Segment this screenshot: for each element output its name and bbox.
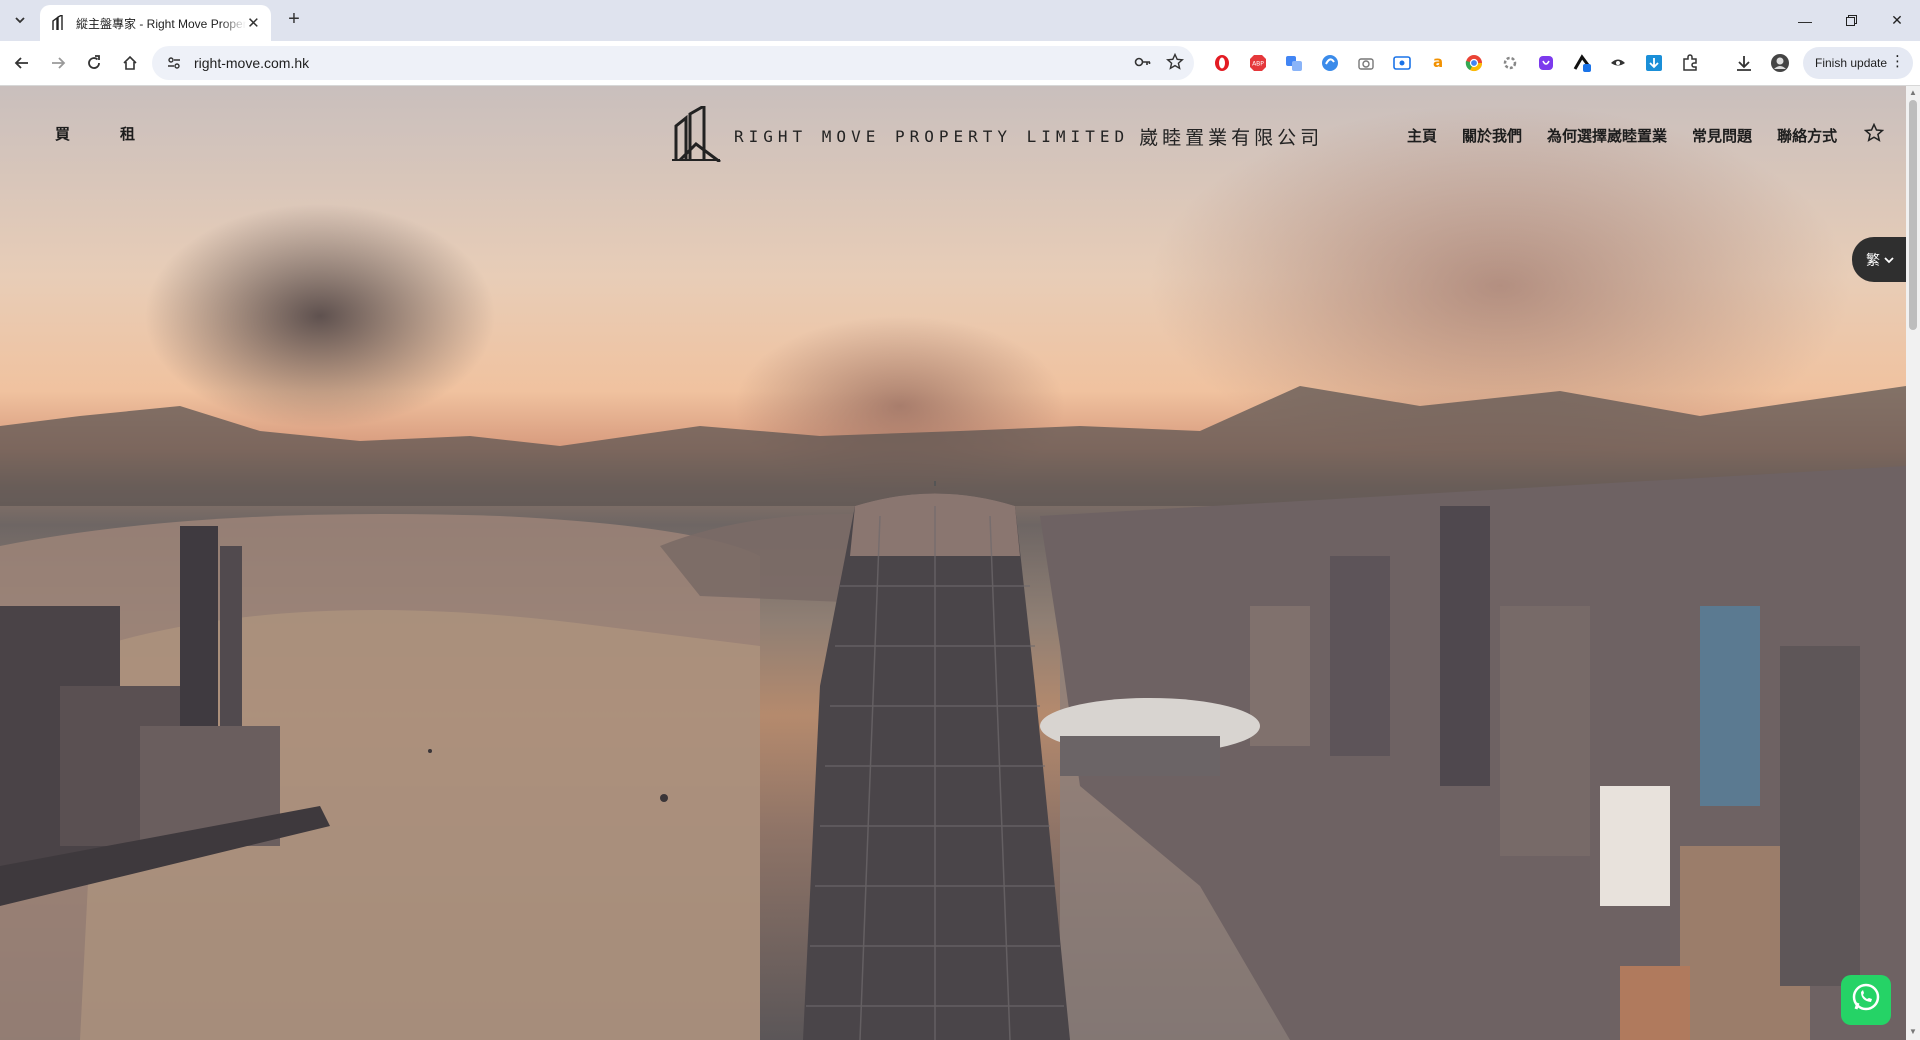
bookmark-star-icon[interactable] <box>1166 52 1184 76</box>
adblock-icon[interactable]: ABP <box>1248 53 1268 73</box>
finish-update-button[interactable]: Finish update ⋮ <box>1803 47 1913 79</box>
chevron-down-icon <box>1884 252 1894 268</box>
brand-name-cn: 崴睦置業有限公司 <box>1139 128 1324 149</box>
hero-background: 買 租 RIGHT MOVE PROPERTY LIMITED 崴睦置業有限公司… <box>0 86 1906 1040</box>
scroll-thumb[interactable] <box>1909 100 1917 330</box>
nav-why-us[interactable]: 為何選擇崴睦置業 <box>1547 125 1667 146</box>
site-favicon-icon <box>50 13 66 31</box>
nav-faq[interactable]: 常見問題 <box>1692 125 1752 146</box>
scroll-down-arrow-icon[interactable]: ▼ <box>1909 1028 1917 1036</box>
tab-title: 縱主盤專家 - Right Move Property <box>76 16 246 31</box>
url-text[interactable]: right-move.com.hk <box>194 55 309 71</box>
camera-icon[interactable] <box>1356 53 1376 73</box>
city-skyline-image <box>0 386 1906 1040</box>
tab-search-chevron-icon[interactable] <box>8 8 32 32</box>
screen-capture-icon[interactable] <box>1392 53 1412 73</box>
main-nav: 主頁 關於我們 為何選擇崴睦置業 常見問題 聯絡方式 <box>1407 122 1885 148</box>
svg-text:ABP: ABP <box>1252 61 1264 68</box>
forward-button[interactable] <box>44 49 72 77</box>
opera-icon[interactable] <box>1212 53 1232 73</box>
translate-icon[interactable] <box>1284 53 1304 73</box>
new-tab-button[interactable]: + <box>282 8 306 32</box>
back-button[interactable] <box>8 49 36 77</box>
home-button[interactable] <box>116 49 144 77</box>
whatsapp-button[interactable] <box>1841 975 1891 1025</box>
reload-button[interactable] <box>80 49 108 77</box>
site-info-icon[interactable] <box>164 55 184 71</box>
tab-strip: 縱主盤專家 - Right Move Property ✕ + — ✕ <box>0 0 1920 41</box>
downloads-icon[interactable] <box>1734 53 1754 73</box>
shield-icon[interactable] <box>1536 53 1556 73</box>
close-window-button[interactable]: ✕ <box>1874 0 1920 41</box>
tab-close-icon[interactable]: ✕ <box>246 14 261 32</box>
favorite-star-icon[interactable] <box>1863 122 1885 148</box>
browser-toolbar: right-move.com.hk ABP a Finish update ⋮ <box>0 41 1920 86</box>
active-tab[interactable]: 縱主盤專家 - Right Move Property ✕ <box>40 5 271 41</box>
more-menu-icon[interactable]: ⋮ <box>1890 54 1905 70</box>
language-label: 繁 <box>1866 251 1880 268</box>
restore-button[interactable] <box>1828 0 1874 41</box>
download-ext-icon[interactable] <box>1644 53 1664 73</box>
brand-name-en: RIGHT MOVE PROPERTY LIMITED <box>734 127 1130 146</box>
address-bar[interactable]: right-move.com.hk <box>152 46 1194 80</box>
nav-home[interactable]: 主頁 <box>1407 125 1437 146</box>
whatsapp-icon <box>1849 981 1883 1020</box>
nav-buy[interactable]: 買 <box>55 123 70 144</box>
settings-puzzle-icon[interactable] <box>1500 53 1520 73</box>
profile-avatar-icon[interactable] <box>1770 53 1790 73</box>
brand-logo[interactable]: RIGHT MOVE PROPERTY LIMITED 崴睦置業有限公司 <box>670 103 1324 167</box>
page-scrollbar[interactable]: ▲ ▼ <box>1906 86 1920 1040</box>
scroll-up-arrow-icon[interactable]: ▲ <box>1909 89 1917 97</box>
left-nav: 買 租 <box>55 123 135 144</box>
amazon-icon[interactable]: a <box>1428 53 1448 73</box>
nav-about[interactable]: 關於我們 <box>1462 125 1522 146</box>
svg-text:a: a <box>1433 54 1443 71</box>
sync-icon[interactable] <box>1320 53 1340 73</box>
profile-ext-icon[interactable] <box>1572 53 1592 73</box>
building-logo-icon <box>670 103 722 167</box>
chrome-color-icon[interactable] <box>1464 53 1484 73</box>
spy-icon[interactable] <box>1608 53 1628 73</box>
language-selector[interactable]: 繁 <box>1852 237 1906 282</box>
extensions-puzzle-icon[interactable] <box>1680 53 1700 73</box>
password-key-icon[interactable] <box>1134 53 1152 76</box>
nav-rent[interactable]: 租 <box>120 123 135 144</box>
finish-update-label: Finish update <box>1815 56 1888 70</box>
nav-contact[interactable]: 聯絡方式 <box>1777 125 1837 146</box>
minimize-button[interactable]: — <box>1782 0 1828 41</box>
site-header: 買 租 RIGHT MOVE PROPERTY LIMITED 崴睦置業有限公司… <box>0 86 1906 186</box>
